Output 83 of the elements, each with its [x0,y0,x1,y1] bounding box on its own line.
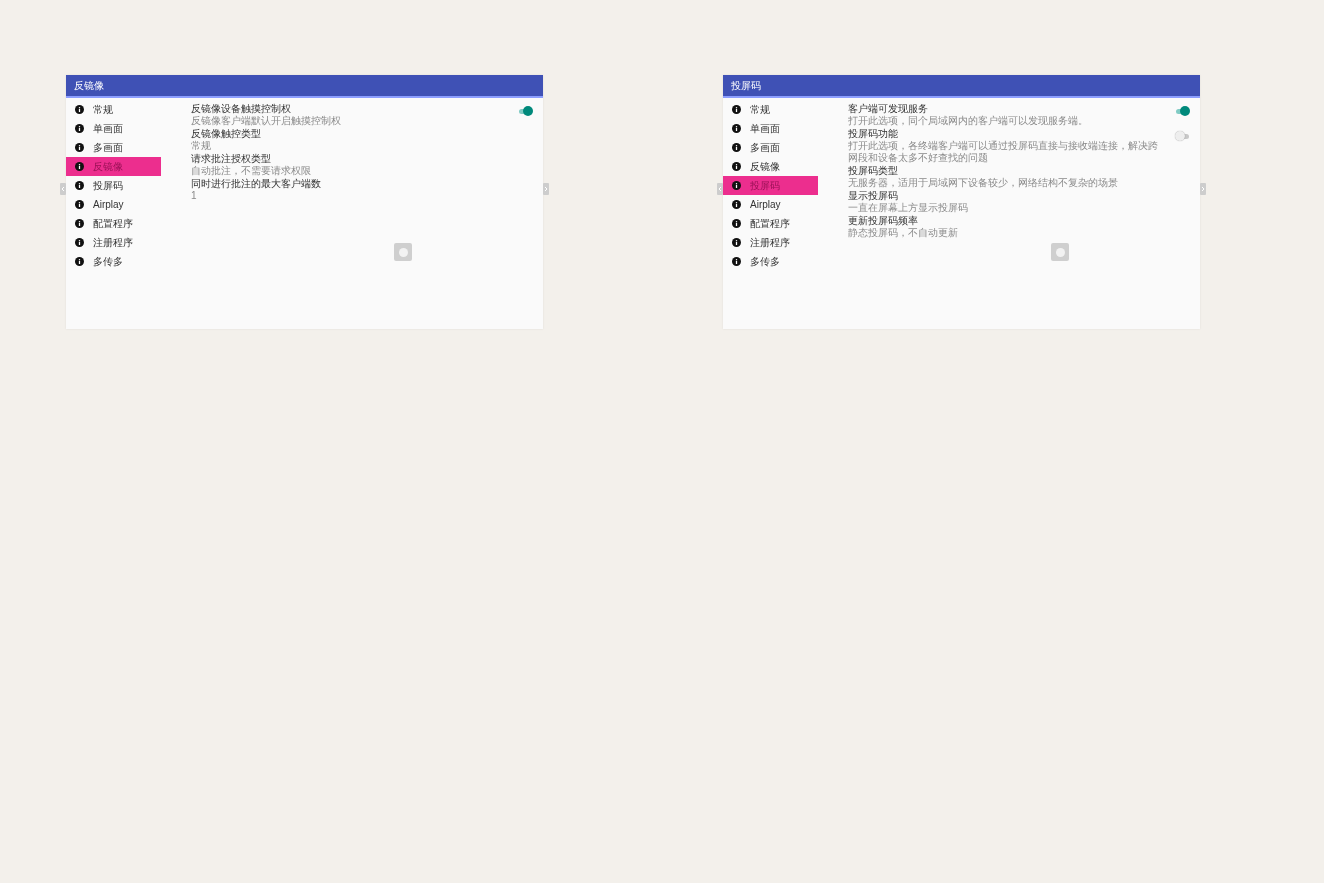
setting-title: 同时进行批注的最大客户端数 [191,178,322,190]
sidebar-label: Airplay [93,199,124,210]
sidebar-item[interactable]: 注册程序 [723,233,818,252]
sidebar-item[interactable]: 常规 [66,100,161,119]
sidebar-label: 多传多 [750,254,780,269]
sidebar-label: Airplay [750,199,781,210]
setting-title: 更新投屏码频率 [848,215,919,227]
sidebar-label: 注册程序 [750,235,790,250]
sidebar-label: 反镜像 [750,159,780,174]
sidebar-label: 多画面 [750,140,780,155]
sidebar-item[interactable]: 投屏码 [66,176,161,195]
info-icon [732,105,741,114]
sidebar-item[interactable]: Airplay [66,195,161,214]
sidebar-label: 单画面 [93,121,123,136]
toggle-switch[interactable] [518,106,533,116]
setting-description: 自动批注，不需要请求权限 [191,165,312,177]
sidebar-item[interactable]: 多画面 [66,138,161,157]
sidebar-label: 常规 [750,102,770,117]
setting-title: 显示投屏码 [848,190,899,202]
sidebar-label: 多传多 [93,254,123,269]
circle-icon [398,247,408,257]
setting-title: 客户端可发现服务 [848,103,929,115]
setting-description: 反镜像客户端默认开启触摸控制权 [191,115,342,127]
sidebar-item[interactable]: 配置程序 [66,214,161,233]
sidebar-label: 投屏码 [750,178,780,193]
chevron-right-icon[interactable] [1200,183,1206,195]
setting-title: 反镜像触控类型 [191,128,262,140]
sidebar-item[interactable]: 单画面 [723,119,818,138]
chevron-left-icon[interactable] [60,183,66,195]
info-icon [732,200,741,209]
sidebar-label: 配置程序 [750,216,790,231]
info-icon [732,219,741,228]
toggle-switch[interactable] [1175,131,1190,141]
sidebar-item[interactable]: 多传多 [723,252,818,271]
info-icon [75,162,84,171]
sidebar-item[interactable]: 反镜像 [723,157,818,176]
sidebar-item[interactable]: 配置程序 [723,214,818,233]
sidebar-label: 注册程序 [93,235,133,250]
setting-description: 打开此选项，各终端客户端可以通过投屏码直接与接收端连接，解决跨网段和设备太多不好查找的问题 [848,140,1159,164]
info-icon [75,257,84,266]
info-icon [75,124,84,133]
setting-description: 无服务器，适用于局域网下设备较少，网络结构不复杂的场景 [848,177,1119,189]
info-icon [75,181,84,190]
sidebar-label: 单画面 [750,121,780,136]
circle-icon [1055,247,1065,257]
sidebar-item[interactable]: 多画面 [723,138,818,157]
setting-description: 1 [191,190,198,202]
setting-title: 反镜像设备触摸控制权 [191,103,292,115]
info-icon [732,257,741,266]
toggle-switch[interactable] [1175,106,1190,116]
sidebar-label: 投屏码 [93,178,123,193]
setting-title: 投屏码功能 [848,128,899,140]
info-icon [75,200,84,209]
window-title: 反镜像 [74,78,104,93]
setting-description: 常规 [191,140,212,152]
info-icon [732,162,741,171]
sidebar-item[interactable]: 注册程序 [66,233,161,252]
info-icon [732,143,741,152]
chevron-right-icon[interactable] [543,183,549,195]
floating-button[interactable] [1051,243,1069,261]
info-icon [75,143,84,152]
sidebar-item[interactable]: 单画面 [66,119,161,138]
sidebar-label: 多画面 [93,140,123,155]
info-icon [75,238,84,247]
sidebar-label: 反镜像 [93,159,123,174]
info-icon [732,238,741,247]
info-icon [75,105,84,114]
setting-description: 打开此选项，同个局域网内的客户端可以发现服务端。 [848,115,1089,127]
setting-description: 一直在屏幕上方显示投屏码 [848,202,969,214]
sidebar-item[interactable]: 多传多 [66,252,161,271]
sidebar-label: 配置程序 [93,216,133,231]
setting-description: 静态投屏码，不自动更新 [848,227,959,239]
floating-button[interactable] [394,243,412,261]
setting-title: 请求批注授权类型 [191,153,272,165]
sidebar-label: 常规 [93,102,113,117]
info-icon [732,181,741,190]
chevron-left-icon[interactable] [717,183,723,195]
info-icon [75,219,84,228]
sidebar-item[interactable]: Airplay [723,195,818,214]
info-icon [732,124,741,133]
sidebar-item[interactable]: 常规 [723,100,818,119]
window-title: 投屏码 [731,78,761,93]
setting-title: 投屏码类型 [848,165,899,177]
